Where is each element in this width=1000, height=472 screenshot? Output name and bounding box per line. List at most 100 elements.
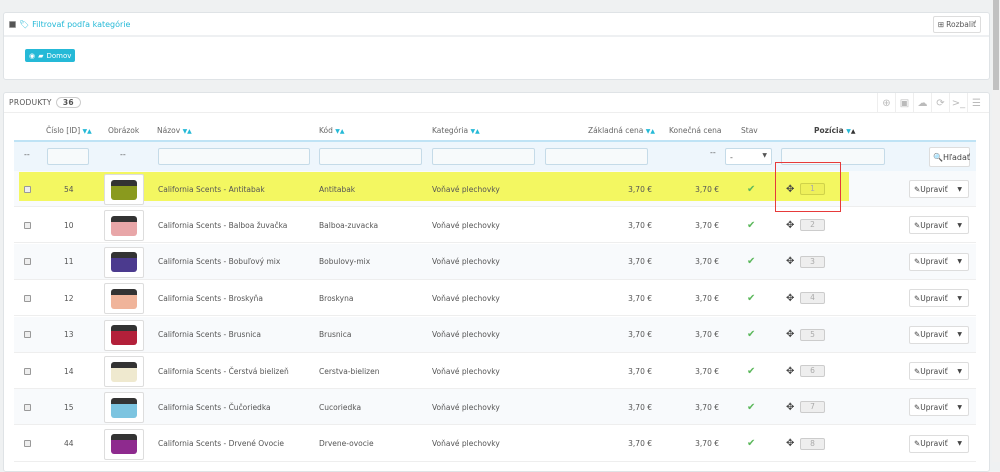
sql-query-icon[interactable]: >_ xyxy=(949,93,967,113)
caret-down-icon[interactable]: ▼ xyxy=(957,186,962,193)
products-title: PRODUKTY xyxy=(9,98,52,107)
scrollbar-thumb[interactable] xyxy=(993,0,999,90)
caret-down-icon[interactable]: ▼ xyxy=(957,258,962,265)
col-category-label: Kategória xyxy=(432,126,469,135)
category-filter-panel: 🏷 Filtrovať podľa kategórie ⊞ Rozbaliť ◉ ▰… xyxy=(3,12,990,80)
sort-icon[interactable]: ▼▲ xyxy=(470,128,479,135)
cloud-upload-icon[interactable]: ☁ xyxy=(913,93,931,113)
export-icon[interactable]: ▣ xyxy=(895,93,913,113)
status-check-icon[interactable]: ✔ xyxy=(747,353,755,389)
row-checkbox[interactable] xyxy=(24,258,31,266)
row-final-price: 3,70 € xyxy=(695,402,719,412)
sort-icon[interactable]: ▼▲ xyxy=(846,128,855,135)
row-checkbox[interactable] xyxy=(24,185,31,193)
table-row[interactable]: 10 California Scents - Balboa žuvačka Ba… xyxy=(14,207,976,244)
sort-icon[interactable]: ▼▲ xyxy=(83,128,92,135)
row-checkbox[interactable] xyxy=(24,221,31,229)
row-base-price: 3,70 € xyxy=(628,220,652,230)
col-final-price: Konečná cena xyxy=(669,126,722,135)
edit-button[interactable]: ✎ Upraviť ▼ xyxy=(909,180,969,198)
filter-name-input[interactable] xyxy=(158,148,310,165)
edit-button[interactable]: ✎ Upraviť ▼ xyxy=(909,289,969,308)
page-scrollbar[interactable] xyxy=(992,0,1000,462)
drag-move-icon[interactable]: ✥ xyxy=(786,353,794,389)
drag-move-icon[interactable]: ✥ xyxy=(786,426,794,462)
category-domov-button[interactable]: ◉ ▰ Domov xyxy=(25,49,76,62)
edit-label: Upraviť xyxy=(920,293,948,303)
row-category: Voňavé plechovky xyxy=(432,402,500,412)
table-row[interactable]: 13 California Scents - Brusnica Brusnica… xyxy=(14,316,976,353)
search-button[interactable]: 🔍 Hľadať xyxy=(929,147,970,167)
col-base-price[interactable]: Základná cena ▼▲ xyxy=(588,126,655,135)
row-code: Antitabak xyxy=(319,184,356,194)
sort-icon[interactable]: ▼▲ xyxy=(646,128,655,135)
status-check-icon[interactable]: ✔ xyxy=(747,171,755,207)
status-check-icon[interactable]: ✔ xyxy=(747,207,755,243)
table-row[interactable]: 12 California Scents - Broskyňa Broskyna… xyxy=(14,280,976,317)
filter-id-input[interactable] xyxy=(47,148,89,165)
row-category: Voňavé plechovky xyxy=(432,184,500,194)
row-checkbox[interactable] xyxy=(24,294,31,302)
status-check-icon[interactable]: ✔ xyxy=(747,317,755,353)
radio-icon[interactable]: ◉ xyxy=(29,52,35,60)
add-icon[interactable]: ⊕ xyxy=(877,93,895,113)
status-check-icon[interactable]: ✔ xyxy=(747,426,755,462)
database-icon[interactable]: ☰ xyxy=(967,93,985,113)
table-row[interactable]: 14 California Scents - Čerstvá bielizeň … xyxy=(14,353,976,389)
filter-base-price-input[interactable] xyxy=(545,148,648,165)
status-check-icon[interactable]: ✔ xyxy=(747,280,755,316)
table-row[interactable]: 15 California Scents - Čučoriedka Cucori… xyxy=(14,389,976,426)
table-row[interactable]: 44 California Scents - Drvené Ovocie Drv… xyxy=(14,425,976,462)
filter-category-input[interactable] xyxy=(432,148,535,165)
drag-move-icon[interactable]: ✥ xyxy=(786,389,794,425)
caret-down-icon[interactable]: ▼ xyxy=(957,368,962,375)
caret-down-icon[interactable]: ▼ xyxy=(957,440,962,447)
search-icon: 🔍 xyxy=(933,152,943,162)
col-base-price-label: Základná cena xyxy=(588,126,644,135)
col-code[interactable]: Kód ▼▲ xyxy=(319,126,345,135)
edit-button[interactable]: ✎ Upraviť ▼ xyxy=(909,216,969,235)
edit-button[interactable]: ✎ Upraviť ▼ xyxy=(909,362,969,380)
edit-button[interactable]: ✎ Upraviť ▼ xyxy=(909,434,969,453)
edit-label: Upraviť xyxy=(920,402,948,412)
caret-down-icon: ▼ xyxy=(762,152,767,159)
col-name[interactable]: Názov ▼▲ xyxy=(157,126,192,135)
drag-move-icon[interactable]: ✥ xyxy=(786,244,794,280)
product-can-image xyxy=(111,434,137,455)
expand-button[interactable]: ⊞ Rozbaliť xyxy=(932,16,981,33)
col-image: Obrázok xyxy=(108,126,140,135)
filter-toggle-checkbox[interactable] xyxy=(9,20,16,28)
row-checkbox[interactable] xyxy=(24,367,31,375)
edit-button[interactable]: ✎ Upraviť ▼ xyxy=(909,325,969,344)
filter-status-select[interactable]: - ▼ xyxy=(725,148,772,165)
col-position-label: Pozícia xyxy=(814,126,844,135)
product-can-image xyxy=(111,397,137,418)
row-name: California Scents - Čučoriedka xyxy=(158,402,271,412)
drag-move-icon[interactable]: ✥ xyxy=(786,207,794,243)
row-name: California Scents - Antitabak xyxy=(158,184,265,194)
drag-move-icon[interactable]: ✥ xyxy=(786,317,794,353)
table-row[interactable]: 11 California Scents - Bobuľový mix Bobu… xyxy=(14,243,976,280)
row-checkbox[interactable] xyxy=(24,440,31,448)
caret-down-icon[interactable]: ▼ xyxy=(957,295,962,302)
drag-move-icon[interactable]: ✥ xyxy=(786,280,794,316)
status-check-icon[interactable]: ✔ xyxy=(747,244,755,280)
product-thumbnail xyxy=(104,210,144,242)
col-id[interactable]: Číslo [ID] ▼▲ xyxy=(46,126,92,135)
edit-button[interactable]: ✎ Upraviť ▼ xyxy=(909,252,969,271)
row-checkbox[interactable] xyxy=(24,331,31,339)
edit-button[interactable]: ✎ Upraviť ▼ xyxy=(909,398,969,417)
sort-icon[interactable]: ▼▲ xyxy=(183,128,192,135)
col-position[interactable]: Pozícia ▼▲ xyxy=(814,126,856,135)
row-checkbox[interactable] xyxy=(24,403,31,411)
refresh-icon[interactable]: ⟳ xyxy=(931,93,949,113)
status-check-icon[interactable]: ✔ xyxy=(747,389,755,425)
caret-down-icon[interactable]: ▼ xyxy=(957,222,962,229)
row-base-price: 3,70 € xyxy=(628,293,652,303)
col-category[interactable]: Kategória ▼▲ xyxy=(432,126,480,135)
filter-code-input[interactable] xyxy=(319,148,422,165)
caret-down-icon[interactable]: ▼ xyxy=(957,331,962,338)
position-value: 2 xyxy=(800,219,825,232)
sort-icon[interactable]: ▼▲ xyxy=(335,128,344,135)
caret-down-icon[interactable]: ▼ xyxy=(957,404,962,411)
